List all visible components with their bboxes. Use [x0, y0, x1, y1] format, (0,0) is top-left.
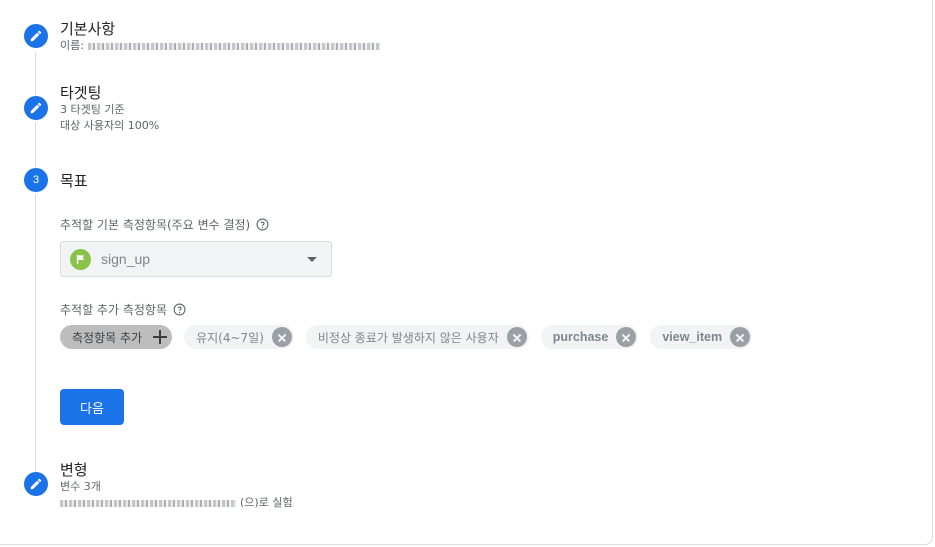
step-objective-title: 목표 [60, 172, 88, 190]
metric-chip-view-item: view_item [650, 325, 753, 349]
step-number: 3 [32, 174, 40, 186]
variants-suffix: (으)로 실험 [240, 496, 293, 509]
timeline-connector [35, 122, 36, 170]
step-targeting-title: 타겟팅 [60, 84, 102, 102]
primary-metric-select[interactable]: sign_up [60, 241, 332, 277]
edit-variants-icon[interactable] [24, 472, 48, 496]
help-icon[interactable] [256, 218, 269, 231]
metric-chip-purchase: purchase [540, 325, 639, 349]
redacted-experiment-name [87, 42, 380, 50]
additional-metrics-label-row: 추적할 추가 측정항목 [60, 301, 186, 318]
timeline-connector [35, 194, 36, 472]
chip-label: purchase [552, 330, 609, 344]
add-metric-button[interactable]: 측정항목 추가 [60, 325, 173, 349]
chip-label: 유지(4~7일) [196, 330, 264, 345]
edit-targeting-icon[interactable] [24, 96, 48, 120]
help-icon[interactable] [173, 303, 186, 316]
chevron-down-icon [307, 257, 317, 262]
redacted-variant-names [60, 499, 236, 507]
plus-icon [152, 329, 168, 345]
close-icon[interactable] [271, 327, 292, 347]
close-icon[interactable] [730, 327, 751, 347]
metric-chip-crash-free: 비정상 종료가 발생하지 않은 사용자 [305, 325, 529, 349]
primary-metric-label: 추적할 기본 측정항목(주요 변수 결정) [60, 218, 251, 232]
targeting-audience: 대상 사용자의 100% [60, 119, 160, 132]
add-metric-label: 측정항목 추가 [72, 330, 143, 345]
chip-label: view_item [662, 330, 723, 344]
targeting-criteria: 3 타겟팅 기준 [60, 103, 125, 116]
primary-metric-label-row: 추적할 기본 측정항목(주요 변수 결정) [60, 216, 269, 233]
primary-metric-value: sign_up [101, 251, 151, 267]
step-variants-title: 변형 [60, 461, 88, 479]
additional-metrics-label: 추적할 추가 측정항목 [60, 303, 167, 317]
metric-chip-retention: 유지(4~7일) [184, 325, 294, 349]
close-icon[interactable] [616, 327, 637, 347]
flag-icon [70, 248, 91, 270]
variants-experiment-line: (으)로 실험 [60, 495, 293, 511]
timeline-connector [35, 52, 36, 96]
metric-chips: 측정항목 추가 유지(4~7일) 비정상 종료가 발생하지 않은 사용자 pur… [60, 325, 753, 349]
step-number-badge: 3 [24, 168, 48, 192]
name-prefix: 이름: [60, 39, 84, 52]
edit-basic-icon[interactable] [24, 24, 48, 48]
step-basic-title: 기본사항 [60, 20, 116, 38]
next-button[interactable]: 다음 [60, 389, 124, 425]
step-basic-name: 이름: [60, 38, 380, 54]
chip-label: 비정상 종료가 발생하지 않은 사용자 [317, 330, 499, 345]
close-icon[interactable] [506, 327, 527, 347]
variants-count: 변수 3개 [60, 480, 101, 493]
